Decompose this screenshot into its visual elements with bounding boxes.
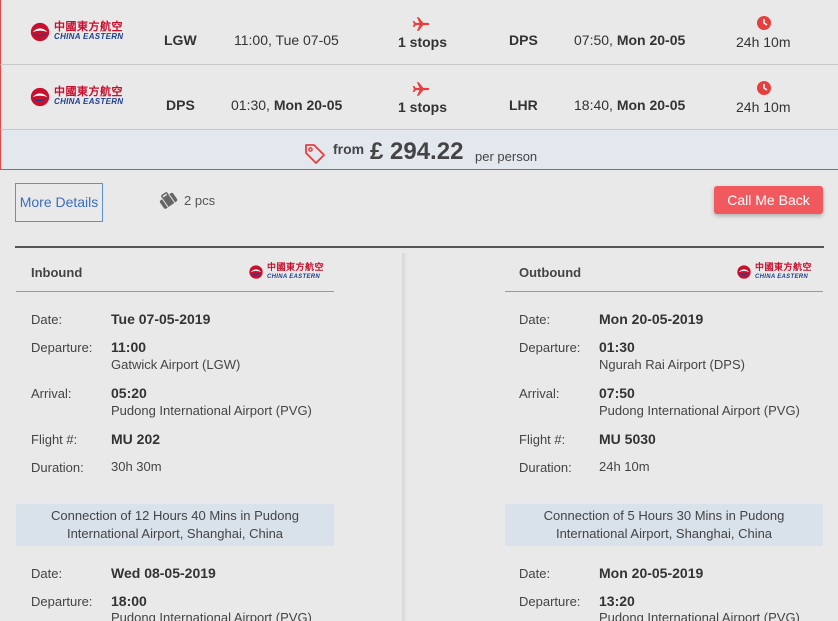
stops-count: 1 stops xyxy=(398,99,448,115)
connection-line-2: International Airport, Shanghai, China xyxy=(555,526,773,541)
inbound-departure-time: 11:00 xyxy=(111,339,147,355)
outbound-duration: 24h 10m xyxy=(599,459,650,474)
inbound-arrival-time: 05:20 xyxy=(111,385,147,401)
outbound-leg2-departure-airport: Pudong International Airport (PVG) xyxy=(599,610,800,621)
airline-name-cn: 中國東方航空 xyxy=(267,262,325,272)
inbound-departure-airport: Gatwick Airport (LGW) xyxy=(111,357,241,372)
connection-line-1: Connection of 5 Hours 30 Mins in Pudong xyxy=(543,508,785,523)
baggage-count: 2 pcs xyxy=(184,192,216,208)
connection-line-1: Connection of 12 Hours 40 Mins in Pudong xyxy=(51,508,299,523)
china-eastern-logo-icon xyxy=(30,22,50,42)
inbound-header-line xyxy=(16,291,334,292)
arrival-time: 18:40, Mon 20-05 xyxy=(574,97,686,113)
date-label: Date: xyxy=(519,566,551,581)
outbound-title: Outbound xyxy=(519,265,582,280)
airline-name-en: CHINA EASTERN xyxy=(54,32,124,41)
flight-duration: 24h 10m xyxy=(736,99,791,115)
inbound-date: Tue 07-05-2019 xyxy=(111,311,211,327)
luggage-icon xyxy=(159,192,178,209)
airline-logo: 中國東方航空 CHINA EASTERN xyxy=(29,86,123,108)
departure-time: 11:00, Tue 07-05 xyxy=(234,32,339,48)
date-label: Date: xyxy=(519,312,551,327)
outbound-leg2-date: Mon 20-05-2019 xyxy=(599,565,704,581)
connection-line-2: International Airport, Shanghai, China xyxy=(66,526,284,541)
destination-code: DPS xyxy=(509,32,538,48)
outbound-flight-number: MU 5030 xyxy=(599,431,656,447)
outbound-departure-airport: Ngurah Rai Airport (DPS) xyxy=(599,357,745,372)
outbound-arrival-airport: Pudong International Airport (PVG) xyxy=(599,403,800,418)
china-eastern-logo-icon xyxy=(30,87,50,107)
outbound-date: Mon 20-05-2019 xyxy=(599,311,704,327)
airline-logo: 中國東方航空 CHINA EASTERN xyxy=(29,21,123,43)
inbound-connection-info: Connection of 12 Hours 40 Mins in Pudong… xyxy=(16,504,334,546)
arrival-label: Arrival: xyxy=(519,386,560,401)
inbound-leg2-departure-airport: Pudong International Airport (PVG) xyxy=(111,610,312,621)
airline-name-cn: 中國東方航空 xyxy=(54,21,123,33)
airline-name-cn: 中國東方航空 xyxy=(755,262,813,272)
panel-separator xyxy=(402,253,408,621)
airline-logo: 中國東方航空 CHINA EASTERN xyxy=(736,262,812,282)
stops-count: 1 stops xyxy=(398,34,448,50)
airline-name-cn: 中國東方航空 xyxy=(54,86,123,98)
airline-name-en: CHINA EASTERN xyxy=(755,274,809,280)
inbound-title: Inbound xyxy=(31,265,83,280)
duration-label: Duration: xyxy=(31,460,84,475)
outbound-arrival-time: 07:50 xyxy=(599,385,635,401)
section-divider xyxy=(15,246,824,248)
arrival-time: 07:50, Mon 20-05 xyxy=(574,32,686,48)
plane-icon xyxy=(412,16,430,35)
flight-row[interactable]: 中國東方航空 CHINA EASTERN DPS 01:30, Mon 20-0… xyxy=(0,65,838,130)
price-per-person: per person xyxy=(475,149,538,164)
china-eastern-logo-icon xyxy=(249,265,263,279)
outbound-header-line xyxy=(505,291,823,292)
baggage-info: 2 pcs xyxy=(156,190,215,210)
flight-number-label: Flight #: xyxy=(31,432,78,447)
arrival-label: Arrival: xyxy=(31,386,72,401)
price-amount: £ 294.22 xyxy=(370,138,464,165)
inbound-duration: 30h 30m xyxy=(111,459,162,474)
departure-label: Departure: xyxy=(31,340,93,355)
clock-icon xyxy=(757,81,771,98)
price-bar: from £ 294.22 per person xyxy=(0,130,838,170)
clock-icon xyxy=(757,16,771,33)
departure-label: Departure: xyxy=(519,594,581,609)
inbound-arrival-airport: Pudong International Airport (PVG) xyxy=(111,403,312,418)
airline-name-en: CHINA EASTERN xyxy=(54,97,124,106)
inbound-leg2-departure-time: 18:00 xyxy=(111,593,147,609)
inbound-leg2-date: Wed 08-05-2019 xyxy=(111,565,216,581)
call-me-back-button[interactable]: Call Me Back xyxy=(714,186,823,214)
price-tag-icon xyxy=(303,142,327,169)
outbound-connection-info: Connection of 5 Hours 30 Mins in Pudong … xyxy=(505,504,823,546)
plane-icon xyxy=(412,81,430,100)
more-details-button[interactable]: More Details xyxy=(15,183,103,222)
airline-name-en: CHINA EASTERN xyxy=(267,274,321,280)
inbound-flight-number: MU 202 xyxy=(111,431,161,447)
date-label: Date: xyxy=(31,312,63,327)
flight-number-label: Flight #: xyxy=(519,432,566,447)
china-eastern-logo-icon xyxy=(737,265,751,279)
price-from-label: from xyxy=(333,141,365,157)
duration-label: Duration: xyxy=(519,460,572,475)
departure-time: 01:30, Mon 20-05 xyxy=(231,97,343,113)
destination-code: LHR xyxy=(509,97,538,113)
flight-duration: 24h 10m xyxy=(736,34,791,50)
departure-label: Departure: xyxy=(519,340,581,355)
outbound-departure-time: 01:30 xyxy=(599,339,635,355)
outbound-leg2-departure-time: 13:20 xyxy=(599,593,635,609)
origin-code: LGW xyxy=(164,32,197,48)
airline-logo: 中國東方航空 CHINA EASTERN xyxy=(248,262,324,282)
departure-label: Departure: xyxy=(31,594,93,609)
date-label: Date: xyxy=(31,566,63,581)
flight-row[interactable]: 中國東方航空 CHINA EASTERN LGW 11:00, Tue 07-0… xyxy=(0,0,838,65)
origin-code: DPS xyxy=(166,97,195,113)
